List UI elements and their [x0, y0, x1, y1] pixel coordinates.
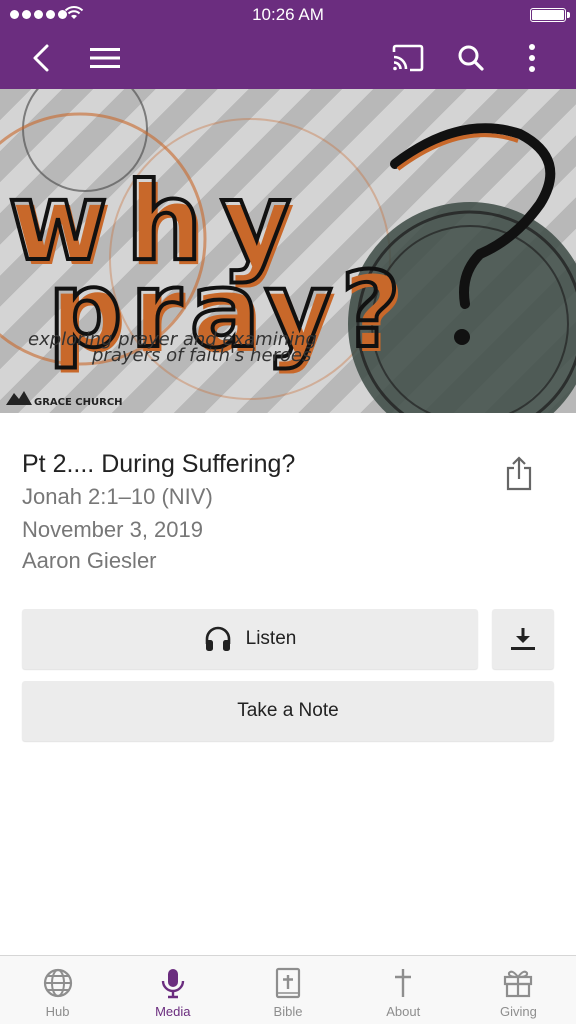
- microphone-icon: [161, 969, 184, 999]
- status-bar: 10:26 AM: [0, 0, 576, 30]
- speaker-name: Aaron Giesler: [22, 548, 157, 573]
- more-options-button[interactable]: [512, 38, 552, 78]
- app-header: 10:26 AM: [0, 0, 576, 89]
- search-icon: [458, 45, 484, 71]
- gift-icon: [504, 970, 533, 998]
- tab-giving-label: Giving: [499, 1004, 537, 1019]
- church-logo-icon: [6, 391, 32, 405]
- listen-label: Listen: [245, 628, 297, 649]
- back-button[interactable]: [22, 38, 62, 78]
- search-button[interactable]: [451, 38, 491, 78]
- tab-hub-label: Hub: [45, 1004, 70, 1019]
- sermon-series-banner: why why pray? pray? exploring prayer and…: [0, 89, 576, 413]
- status-time: 10:26 AM: [252, 5, 324, 24]
- tab-bible[interactable]: Bible: [230, 956, 345, 1024]
- share-button[interactable]: [500, 453, 538, 493]
- scripture-reference[interactable]: Jonah 2:1–10 (NIV): [22, 482, 482, 512]
- headphones-icon: [205, 626, 230, 651]
- bible-icon: [275, 967, 301, 999]
- tab-bible-label: Bible: [273, 1004, 303, 1019]
- tab-about-label: About: [386, 1004, 421, 1019]
- tab-media-label: Media: [155, 1004, 191, 1019]
- sermon-date: November 3, 2019: [22, 517, 203, 542]
- download-button[interactable]: [492, 609, 554, 669]
- tab-giving[interactable]: Giving: [461, 956, 576, 1024]
- cast-button[interactable]: [388, 38, 428, 78]
- take-note-button[interactable]: Take a Note: [22, 681, 554, 741]
- cross-icon: [395, 969, 412, 997]
- cast-icon: [392, 44, 424, 72]
- banner-artwork: why why pray? pray? exploring prayer and…: [0, 89, 576, 413]
- download-icon: [511, 628, 535, 650]
- share-icon: [506, 456, 532, 491]
- battery-icon: [530, 8, 570, 22]
- tab-hub[interactable]: Hub: [0, 956, 115, 1024]
- menu-button[interactable]: [85, 38, 125, 78]
- back-icon: [33, 44, 49, 72]
- hamburger-menu-icon: [90, 48, 120, 68]
- tab-bar: Hub Media Bible About Giving: [0, 955, 576, 1024]
- take-note-label: Take a Note: [237, 700, 339, 721]
- globe-icon: [43, 968, 72, 998]
- sermon-details: Pt 2.... During Suffering? Jonah 2:1–10 …: [22, 448, 482, 576]
- banner-subtitle-line2: prayers of faith's heroes: [91, 345, 311, 366]
- banner-brand: GRACE CHURCH: [34, 397, 123, 408]
- tab-media[interactable]: Media: [115, 956, 230, 1024]
- more-vertical-icon: [529, 44, 535, 72]
- sermon-title: Pt 2.... During Suffering?: [22, 450, 296, 478]
- tab-about[interactable]: About: [346, 956, 461, 1024]
- listen-button[interactable]: Listen: [22, 609, 478, 669]
